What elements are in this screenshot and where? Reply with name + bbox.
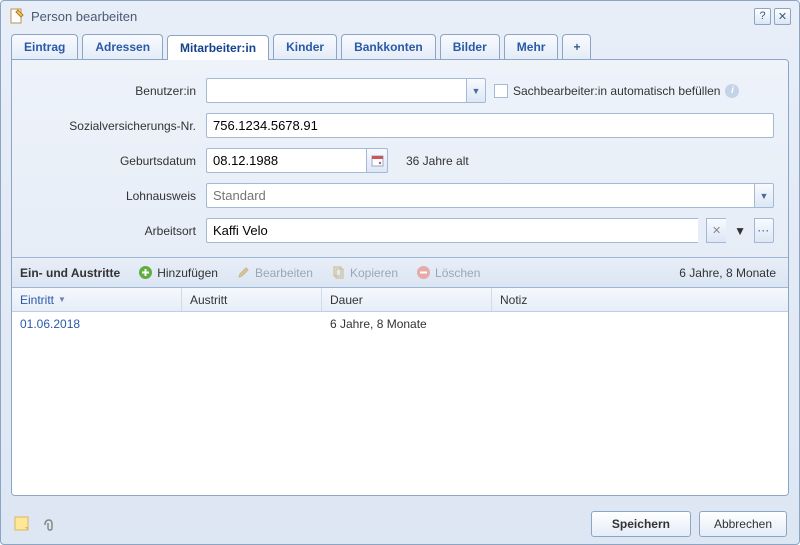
- window-title: Person bearbeiten: [31, 9, 751, 24]
- grid-body: 01.06.2018 6 Jahre, 8 Monate: [12, 312, 788, 495]
- ssn-input[interactable]: [206, 113, 774, 138]
- note-icon[interactable]: [13, 515, 31, 533]
- sort-asc-icon: ▼: [58, 295, 66, 304]
- age-text: 36 Jahre alt: [406, 154, 469, 168]
- tab-eintrag[interactable]: Eintrag: [11, 34, 78, 59]
- ssn-label: Sozialversicherungs-Nr.: [26, 119, 206, 133]
- attachment-icon[interactable]: [39, 515, 57, 533]
- grid-header: Eintritt▼ Austritt Dauer Notiz: [12, 288, 788, 312]
- titlebar: Person bearbeiten ? ✕: [1, 1, 799, 31]
- add-button[interactable]: Hinzufügen: [132, 263, 224, 282]
- payslip-dropdown-trigger[interactable]: ▼: [754, 183, 774, 208]
- cancel-button[interactable]: Abbrechen: [699, 511, 787, 537]
- copy-button: Kopieren: [325, 263, 404, 282]
- col-dauer[interactable]: Dauer: [322, 288, 492, 311]
- auto-fill-label: Sachbearbeiter:in automatisch befüllen: [513, 84, 720, 98]
- calendar-icon[interactable]: [366, 148, 388, 173]
- delete-label: Löschen: [435, 266, 480, 280]
- tab-adressen[interactable]: Adressen: [82, 34, 163, 59]
- payslip-input[interactable]: [206, 183, 754, 208]
- tab-bilder[interactable]: Bilder: [440, 34, 500, 59]
- dob-input[interactable]: [206, 148, 366, 173]
- form-area: Benutzer:in ▼ Sachbearbeiter:in automati…: [12, 60, 788, 258]
- footer: Speichern Abbrechen: [1, 504, 799, 544]
- cell-austritt: [182, 312, 322, 336]
- tab-mitarbeiter[interactable]: Mitarbeiter:in: [167, 35, 269, 60]
- user-label: Benutzer:in: [26, 84, 206, 98]
- workplace-more-button[interactable]: ···: [754, 218, 774, 243]
- tab-kinder[interactable]: Kinder: [273, 34, 337, 59]
- dob-label: Geburtsdatum: [26, 154, 206, 168]
- workplace-label: Arbeitsort: [26, 224, 206, 238]
- cell-notiz: [492, 312, 788, 336]
- workplace-clear-icon[interactable]: ✕: [706, 218, 726, 243]
- workplace-input[interactable]: [206, 218, 698, 243]
- save-button[interactable]: Speichern: [591, 511, 691, 537]
- plus-circle-icon: [138, 265, 153, 280]
- auto-fill-checkbox[interactable]: [494, 84, 508, 98]
- user-dropdown-trigger[interactable]: ▼: [466, 78, 486, 103]
- minus-circle-icon: [416, 265, 431, 280]
- edit-document-icon: [9, 8, 25, 24]
- col-austritt[interactable]: Austritt: [182, 288, 322, 311]
- close-button[interactable]: ✕: [774, 8, 791, 25]
- add-label: Hinzufügen: [157, 266, 218, 280]
- col-eintritt[interactable]: Eintritt▼: [12, 288, 182, 311]
- user-input[interactable]: [206, 78, 466, 103]
- copy-label: Kopieren: [350, 266, 398, 280]
- info-icon[interactable]: i: [725, 84, 739, 98]
- cell-dauer: 6 Jahre, 8 Monate: [322, 312, 492, 336]
- content-panel: Benutzer:in ▼ Sachbearbeiter:in automati…: [11, 59, 789, 496]
- delete-button: Löschen: [410, 263, 486, 282]
- table-row[interactable]: 01.06.2018 6 Jahre, 8 Monate: [12, 312, 788, 336]
- cell-eintritt: 01.06.2018: [12, 312, 182, 336]
- tab-add[interactable]: +: [562, 34, 591, 59]
- dialog-window: Person bearbeiten ? ✕ Eintrag Adressen M…: [0, 0, 800, 545]
- edit-button: Bearbeiten: [230, 263, 319, 282]
- grid-title: Ein- und Austritte: [20, 266, 120, 280]
- edit-label: Bearbeiten: [255, 266, 313, 280]
- grid-toolbar: Ein- und Austritte Hinzufügen Bearbeiten…: [12, 258, 788, 288]
- payslip-label: Lohnausweis: [26, 189, 206, 203]
- workplace-dropdown-trigger[interactable]: ▼: [734, 224, 746, 238]
- total-duration: 6 Jahre, 8 Monate: [679, 266, 780, 280]
- copy-icon: [331, 265, 346, 280]
- col-notiz[interactable]: Notiz: [492, 288, 788, 311]
- tab-mehr[interactable]: Mehr: [504, 34, 559, 59]
- tab-bar: Eintrag Adressen Mitarbeiter:in Kinder B…: [1, 31, 799, 59]
- pencil-icon: [236, 265, 251, 280]
- help-button[interactable]: ?: [754, 8, 771, 25]
- tab-bankkonten[interactable]: Bankkonten: [341, 34, 436, 59]
